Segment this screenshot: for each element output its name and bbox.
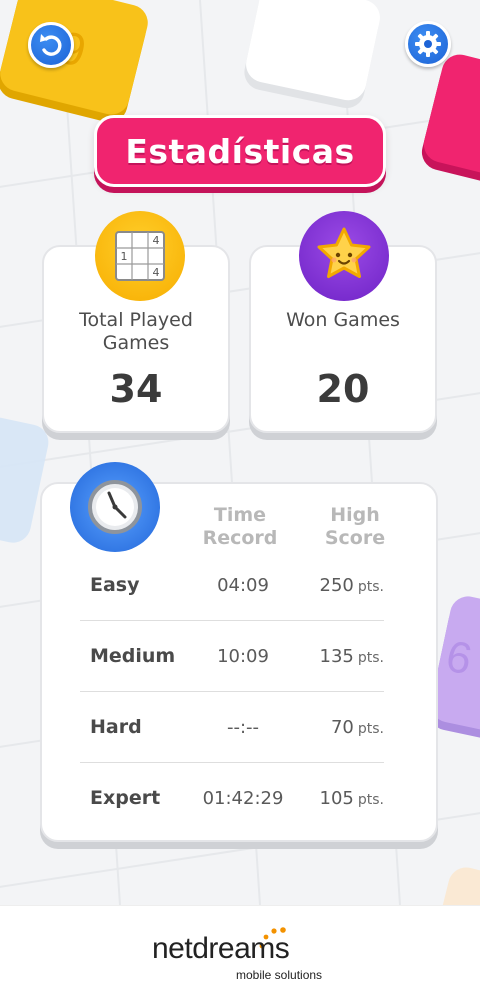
total-played-value: 34 bbox=[109, 367, 163, 411]
level-label: Easy bbox=[90, 574, 140, 596]
record-row-medium: Medium 10:09 135 pts. bbox=[80, 621, 384, 692]
sudoku-grid-icon: 4 1 4 bbox=[115, 231, 165, 281]
high-score-header: High Score bbox=[324, 504, 386, 549]
star-face-icon bbox=[317, 227, 371, 278]
level-label: Expert bbox=[90, 787, 161, 809]
score-value: 105 bbox=[319, 788, 354, 809]
high-score: 135 pts. bbox=[320, 621, 384, 694]
record-row-hard: Hard --:-- 70 pts. bbox=[80, 692, 384, 763]
grid-digit: 4 bbox=[153, 234, 160, 247]
won-games-label: Won Games bbox=[286, 309, 400, 331]
logo-name: netdreams bbox=[152, 932, 290, 965]
page-title-banner: Estadísticas bbox=[94, 115, 386, 187]
back-arrow-icon bbox=[40, 34, 62, 56]
page-title: Estadísticas bbox=[125, 131, 355, 171]
netdreams-logo: netdreams mobile solutions bbox=[152, 927, 332, 984]
score-value: 135 bbox=[319, 646, 354, 667]
grid-digit: 1 bbox=[121, 250, 128, 263]
record-row-easy: Easy 04:09 250 pts. bbox=[80, 550, 384, 621]
tile-digit: 6 bbox=[441, 631, 477, 685]
level-label: Hard bbox=[90, 716, 142, 738]
high-score: 70 pts. bbox=[331, 692, 384, 765]
pts-unit: pts. bbox=[357, 650, 384, 666]
grid-digit: 4 bbox=[153, 266, 160, 279]
time-record-header: Time Record bbox=[202, 504, 278, 549]
back-button[interactable] bbox=[28, 22, 74, 68]
score-value: 70 bbox=[330, 717, 354, 738]
sudoku-grid-badge: 4 1 4 bbox=[95, 211, 185, 301]
time-record: 01:42:29 bbox=[202, 788, 284, 809]
settings-button[interactable] bbox=[405, 21, 451, 67]
pts-unit: pts. bbox=[357, 721, 384, 737]
won-games-value: 20 bbox=[316, 367, 370, 411]
pts-unit: pts. bbox=[357, 792, 384, 808]
time-record: 10:09 bbox=[217, 646, 269, 667]
score-value: 250 bbox=[319, 575, 354, 596]
record-row-expert: Expert 01:42:29 105 pts. bbox=[80, 763, 384, 834]
pts-unit: pts. bbox=[357, 579, 384, 595]
star-badge bbox=[299, 211, 389, 301]
time-record: 04:09 bbox=[217, 575, 269, 596]
level-label: Medium bbox=[90, 645, 176, 667]
time-record: --:-- bbox=[226, 717, 260, 738]
high-score: 250 pts. bbox=[320, 550, 384, 623]
high-score: 105 pts. bbox=[320, 763, 384, 836]
gear-icon bbox=[415, 31, 441, 57]
total-played-label: Total Played Games bbox=[79, 309, 193, 354]
logo-tagline: mobile solutions bbox=[236, 968, 323, 982]
clock-badge bbox=[70, 462, 160, 552]
clock-icon bbox=[88, 480, 142, 534]
